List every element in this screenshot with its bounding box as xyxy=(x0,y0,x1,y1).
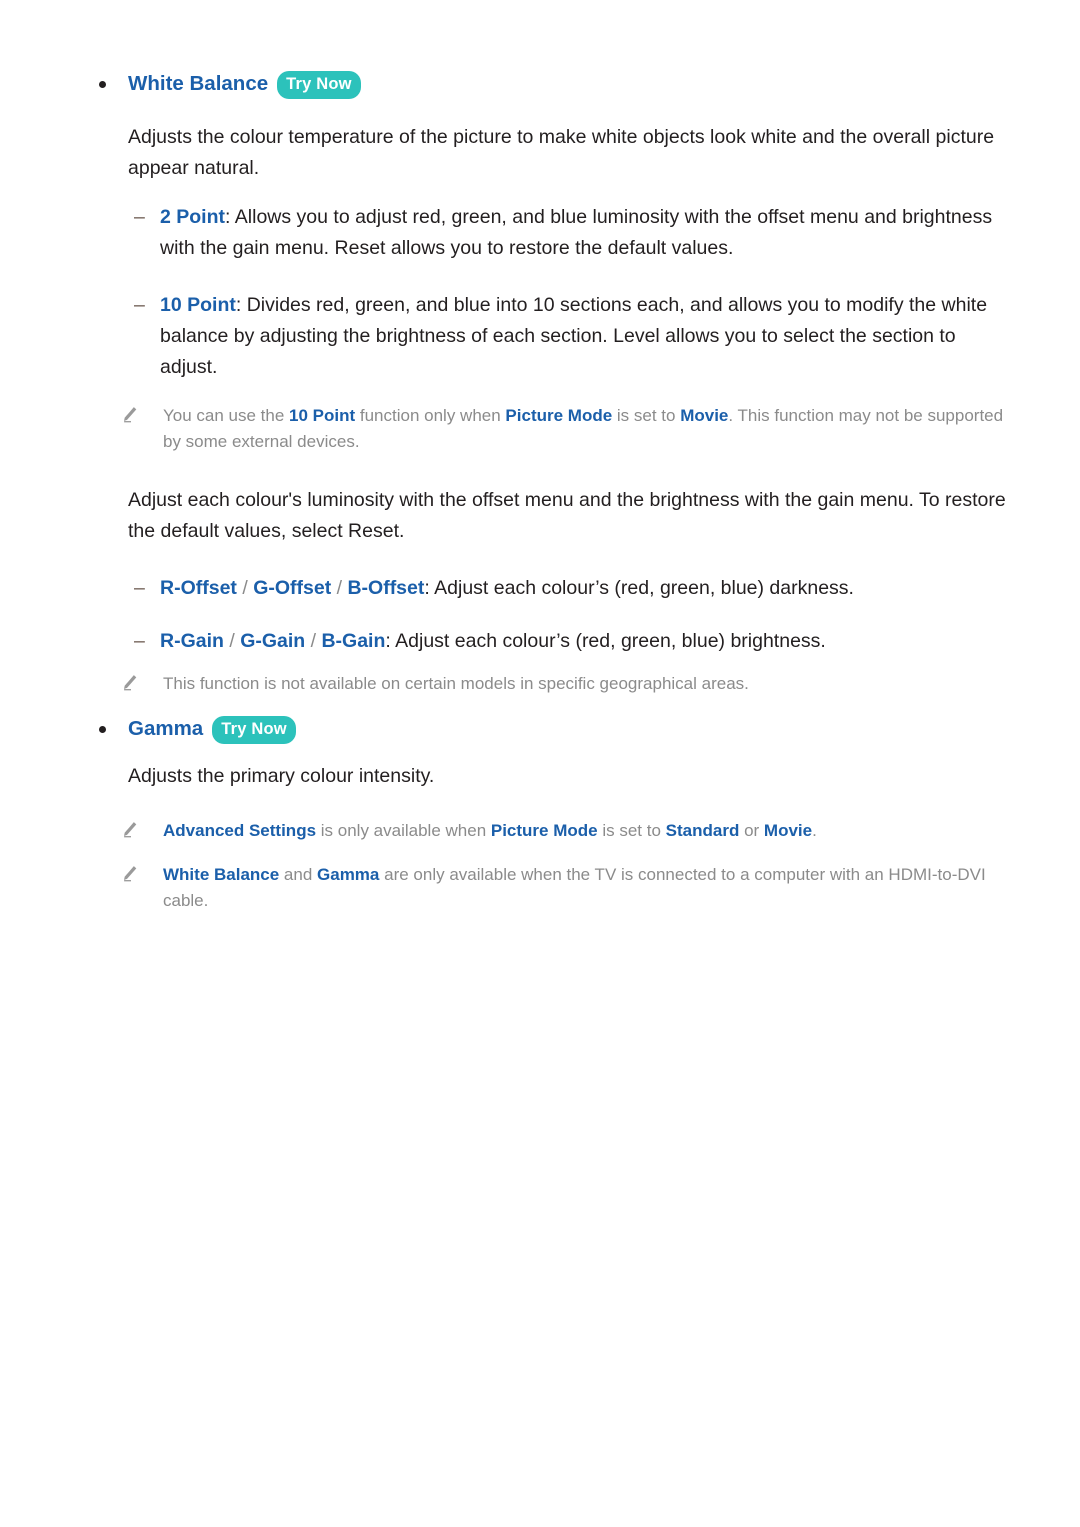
list-item-offsets: – R-Offset / G-Offset / B-Offset: Adjust … xyxy=(0,573,1080,604)
heading-label: Gamma xyxy=(128,717,204,740)
note-hdmi-dvi: White Balance and Gamma are only availab… xyxy=(0,862,1080,914)
document-page: White Balance Try Now Adjusts the colour… xyxy=(0,0,1080,1527)
term-r-gain[interactable]: R-Gain xyxy=(160,630,224,652)
note-text-3c: or xyxy=(739,821,764,840)
note-text-1b: function only when xyxy=(355,406,506,425)
separator-slash: / xyxy=(331,577,348,599)
heading-white-balance[interactable]: White Balance Try Now xyxy=(0,70,1080,99)
note-10-point-availability: You can use the 10 Point function only w… xyxy=(0,403,1080,455)
pencil-icon xyxy=(121,674,138,692)
try-now-badge[interactable]: Try Now xyxy=(277,71,361,99)
note-keyword-movie[interactable]: Movie xyxy=(680,406,728,425)
list-item-2-point: –2 Point: Allows you to adjust red, gree… xyxy=(0,202,1080,264)
term-10-point[interactable]: 10 Point xyxy=(160,294,236,316)
separator-slash: / xyxy=(223,630,241,652)
white-balance-adjust-description: Adjust each colour's luminosity with the… xyxy=(128,489,1006,542)
dash-marker-icon: – xyxy=(134,577,145,599)
note-geographic-availability: This function is not available on certai… xyxy=(0,671,1080,697)
separator-slash: / xyxy=(305,630,322,652)
note-text-1a: You can use the xyxy=(163,406,290,425)
note-text-1c: is set to xyxy=(612,406,681,425)
note-keyword-picture-mode[interactable]: Picture Mode xyxy=(505,406,612,425)
note-text-3d: . xyxy=(812,821,817,840)
note-keyword-movie[interactable]: Movie xyxy=(764,821,812,840)
heading-gamma[interactable]: Gamma Try Now xyxy=(0,715,1080,744)
term-g-offset[interactable]: G-Offset xyxy=(253,577,331,599)
term-b-gain[interactable]: B-Gain xyxy=(321,630,385,652)
bullet-icon xyxy=(99,726,106,733)
note-keyword-picture-mode[interactable]: Picture Mode xyxy=(491,821,598,840)
list-item-10-point: –10 Point: Divides red, green, and blue … xyxy=(0,290,1080,383)
list-item-2-point-text: Allows you to adjust red, green, and blu… xyxy=(160,206,993,259)
term-r-offset[interactable]: R-Offset xyxy=(160,577,237,599)
note-keyword-standard[interactable]: Standard xyxy=(666,821,740,840)
note-text-2: This function is not available on certai… xyxy=(163,674,749,693)
note-keyword-gamma[interactable]: Gamma xyxy=(317,865,379,884)
term-2-point[interactable]: 2 Point xyxy=(160,206,225,228)
note-text-3a: is only available when xyxy=(316,821,491,840)
try-now-badge[interactable]: Try Now xyxy=(212,716,296,744)
separator-slash: / xyxy=(236,577,254,599)
term-b-offset[interactable]: B-Offset xyxy=(347,577,424,599)
term-g-gain[interactable]: G-Gain xyxy=(240,630,305,652)
pencil-icon xyxy=(121,821,138,839)
note-keyword-white-balance[interactable]: White Balance xyxy=(163,865,279,884)
white-balance-description: Adjusts the colour temperature of the pi… xyxy=(128,126,995,179)
heading-label: White Balance xyxy=(128,72,269,95)
note-advanced-settings: Advanced Settings is only available when… xyxy=(0,818,1080,844)
list-item-10-point-text: Divides red, green, and blue into 10 sec… xyxy=(160,294,988,378)
note-keyword-10-point[interactable]: 10 Point xyxy=(289,406,355,425)
gamma-description: Adjusts the primary colour intensity. xyxy=(128,765,435,787)
list-item-gains-text: : Adjust each colour’s (red, green, blue… xyxy=(385,630,826,652)
pencil-icon xyxy=(121,865,138,883)
note-text-4a: and xyxy=(279,865,318,884)
dash-marker-icon: – xyxy=(134,206,145,228)
note-keyword-advanced-settings[interactable]: Advanced Settings xyxy=(163,821,316,840)
list-item-gains: – R-Gain / G-Gain / B-Gain: Adjust each c… xyxy=(0,626,1080,657)
note-text-3b: is set to xyxy=(597,821,666,840)
pencil-icon xyxy=(121,406,138,424)
bullet-icon xyxy=(99,81,106,88)
dash-marker-icon: – xyxy=(134,630,145,652)
page-top-spacer xyxy=(0,0,1080,70)
dash-marker-icon: – xyxy=(134,294,145,316)
list-item-offsets-text: : Adjust each colour’s (red, green, blue… xyxy=(424,577,854,599)
